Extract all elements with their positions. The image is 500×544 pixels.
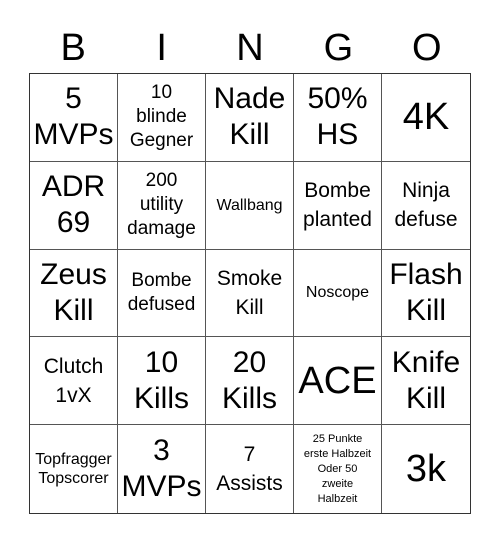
cell-text: Bombe planted	[303, 179, 372, 232]
bingo-cell[interactable]: Ninja defuse	[382, 162, 470, 250]
cell-text: 5 MVPs	[33, 82, 114, 152]
bingo-cell[interactable]: 5 MVPs	[30, 74, 118, 162]
bingo-cell[interactable]: 4K	[382, 74, 470, 162]
header-letter-n: N	[236, 27, 264, 69]
bingo-cell[interactable]: 50% HS	[294, 74, 382, 162]
bingo-cell[interactable]: 10 blinde Gegner	[118, 74, 206, 162]
bingo-header: B I N G O	[29, 24, 471, 72]
header-letter-i: I	[156, 27, 167, 69]
bingo-cell[interactable]: Zeus Kill	[30, 249, 118, 338]
bingo-cell[interactable]: Wallbang	[206, 161, 294, 250]
bingo-cell[interactable]: Smoke Kill	[206, 249, 294, 338]
bingo-cell[interactable]: Topfragger Topscorer	[30, 425, 118, 513]
cell-text: Smoke Kill	[216, 266, 283, 319]
cell-text: 7 Assists	[216, 443, 283, 496]
cell-text: 10 Kills	[133, 345, 189, 415]
header-letter-g: G	[323, 27, 354, 69]
cell-text: Nade Kill	[213, 82, 286, 152]
cell-text: 25 Punkte erste Halbzeit Oder 50 zweite …	[303, 432, 372, 505]
bingo-cell[interactable]: 25 Punkte erste Halbzeit Oder 50 zweite …	[294, 425, 382, 513]
cell-text: Topfragger Topscorer	[35, 451, 112, 488]
bingo-cell[interactable]: 10 Kills	[118, 337, 206, 426]
cell-text: 3k	[405, 448, 447, 491]
cell-text: 3 MVPs	[121, 434, 202, 504]
cell-text: Knife Kill	[391, 345, 461, 415]
bingo-cell[interactable]: Nade Kill	[206, 74, 294, 162]
bingo-cell[interactable]: Bombe planted	[294, 161, 382, 250]
bingo-cell[interactable]: 20 Kills	[206, 337, 294, 426]
cell-text: Bombe defused	[127, 269, 196, 315]
cell-text: Zeus Kill	[40, 257, 107, 327]
cell-text: ACE	[298, 359, 377, 402]
cell-text: Ninja defuse	[394, 179, 458, 232]
bingo-cell[interactable]: ADR 69	[30, 161, 118, 250]
cell-text: 10 blinde Gegner	[129, 82, 194, 152]
bingo-cell[interactable]: 3k	[382, 425, 470, 513]
header-letter-b: B	[60, 27, 86, 69]
bingo-cell[interactable]: Clutch 1vX	[30, 337, 118, 426]
cell-text: ADR 69	[41, 170, 106, 240]
cell-text: Noscope	[305, 284, 370, 302]
bingo-cell[interactable]: Knife Kill	[382, 337, 470, 426]
bingo-cell[interactable]: Bombe defused	[118, 249, 206, 338]
cell-text: 200 utility damage	[127, 170, 196, 240]
bingo-cell[interactable]: 200 utility damage	[118, 161, 206, 250]
bingo-cell[interactable]: 3 MVPs	[118, 425, 206, 513]
bingo-grid: 5 MVPs 10 blinde Gegner Nade Kill 50% HS…	[29, 73, 471, 514]
bingo-cell[interactable]: Noscope	[294, 249, 382, 338]
cell-text: 50% HS	[307, 82, 368, 152]
bingo-cell[interactable]: ACE	[294, 337, 382, 426]
cell-text: 20 Kills	[221, 345, 277, 415]
cell-text: 4K	[402, 96, 450, 139]
bingo-cell[interactable]: Flash Kill	[382, 250, 470, 338]
header-letter-o: O	[412, 27, 442, 69]
bingo-cell[interactable]: 7 Assists	[206, 425, 294, 513]
cell-text: Flash Kill	[389, 257, 463, 327]
cell-text: Wallbang	[216, 196, 283, 214]
cell-text: Clutch 1vX	[43, 354, 104, 407]
